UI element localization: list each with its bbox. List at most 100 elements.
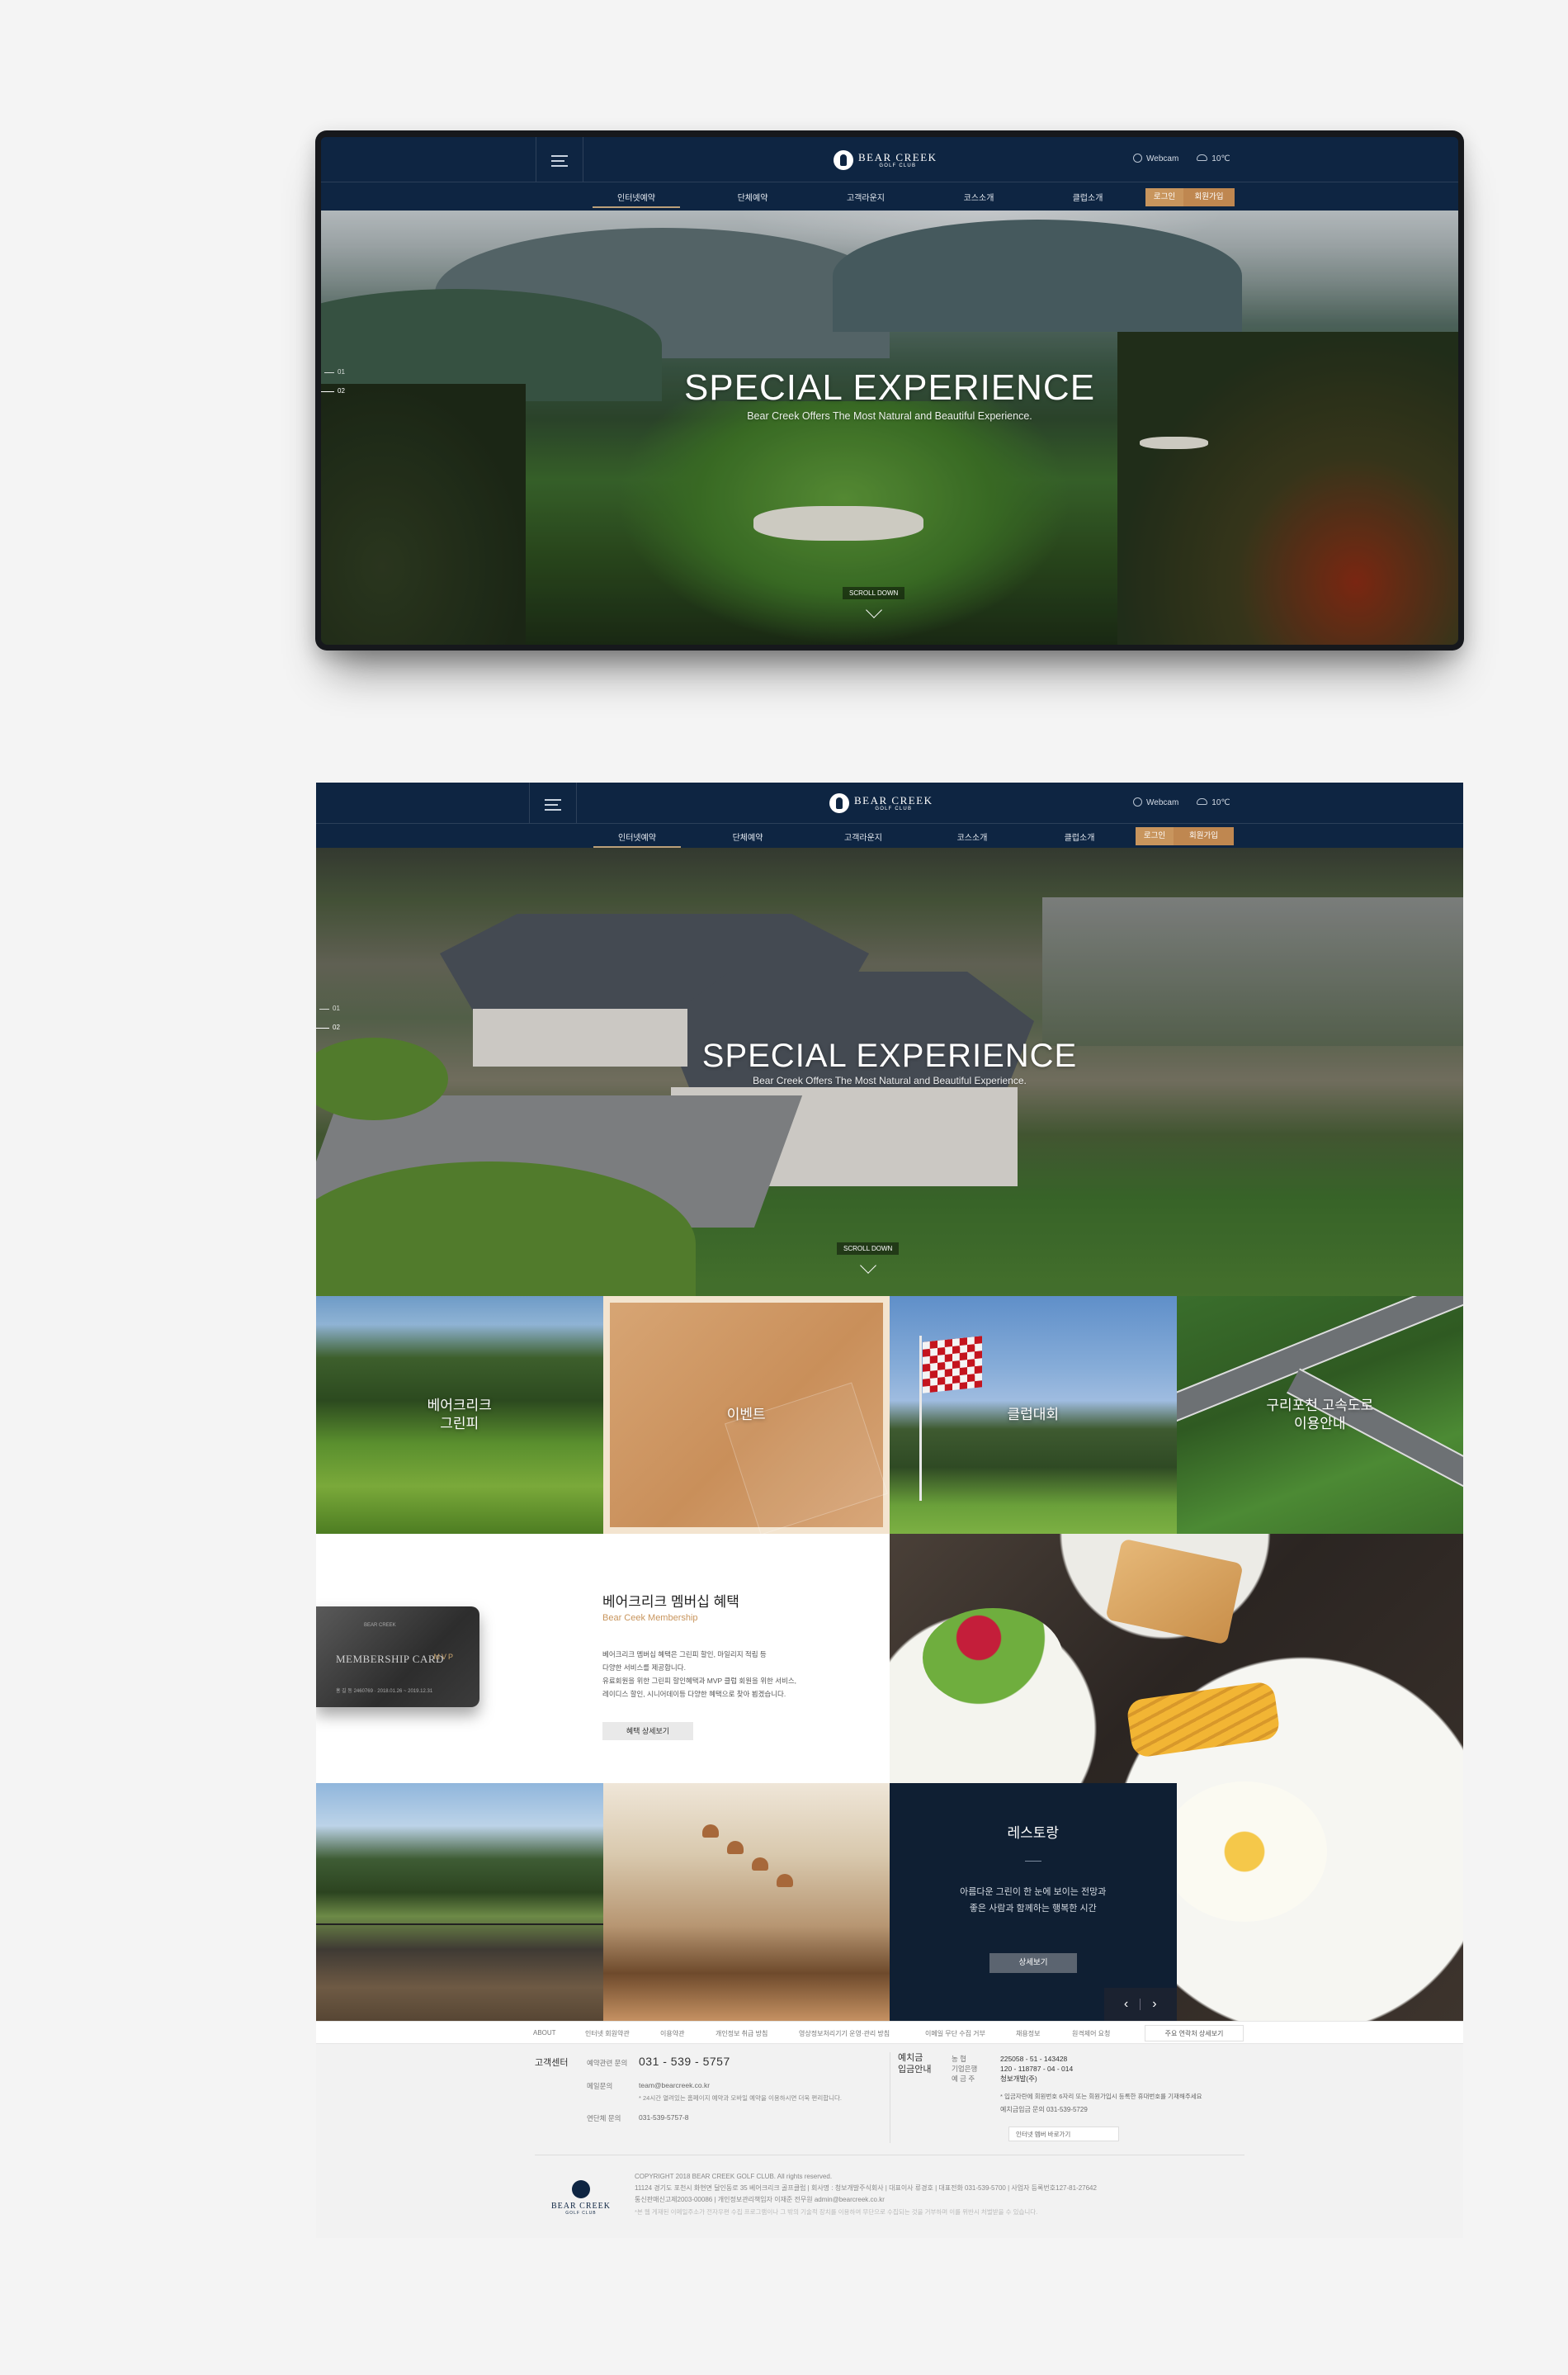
footer-copy: COPYRIGHT 2018 BEAR CREEK GOLF CLUB. All… [635, 2171, 1097, 2206]
pager-item[interactable]: 01 [319, 1005, 340, 1012]
nav-customer-lounge[interactable]: 고객라운지 [847, 191, 885, 203]
footer-info: 고객센터 예약관련 문의 031 - 539 - 5757 메일문의 team@… [316, 2044, 1463, 2238]
site-logo[interactable]: BEAR CREEK GOLF CLUB [829, 793, 933, 813]
tile-label: 구리포천 고속도로 이용안내 [1266, 1398, 1374, 1431]
membership-subtitle: Bear Ceek Membership [602, 1613, 698, 1623]
hero-copy: SPECIAL EXPERIENCE Bear Creek Offers The… [321, 367, 1458, 422]
webcam-label: Webcam [1146, 154, 1179, 163]
fullpage-mockup: BEAR CREEK GOLF CLUB Webcam 10℃ 인터넷예약 단체… [316, 783, 1463, 2238]
deposit-note: * 입금자란에 회원번호 6자리 또는 회원가입시 등록한 휴대번호를 기재해주… [1000, 2093, 1202, 2100]
footer-nav-email-reject[interactable]: 이메일 무단 수집 거부 [925, 2029, 985, 2038]
golf-flag-icon [923, 1336, 982, 1393]
header-tools: Webcam 10℃ [1133, 797, 1230, 807]
nav-group-reservation[interactable]: 단체예약 [738, 191, 768, 203]
divider [1025, 1861, 1041, 1862]
email-note: * 24시간 열려있는 홈페이지 예약과 모바일 예약을 이용하시면 더욱 편리… [639, 2094, 842, 2102]
login-button[interactable]: 로그인 [1145, 188, 1183, 206]
footer-nav-terms-member[interactable]: 인터넷 회원약관 [585, 2029, 630, 2038]
scroll-down-label: SCROLL DOWN [843, 587, 905, 599]
footer-nav-about[interactable]: ABOUT [533, 2029, 556, 2037]
footer-logo-subtext: GOLF CLUB [565, 2211, 597, 2216]
footer-nav-remote[interactable]: 원격제어 요청 [1072, 2029, 1110, 2038]
join-button[interactable]: 회원가입 [1183, 188, 1235, 206]
webcam-icon [1133, 797, 1142, 807]
hero-subtitle: Bear Creek Offers The Most Natural and B… [753, 1075, 1027, 1086]
nav-club[interactable]: 클럽소개 [1065, 830, 1095, 843]
footer-logo-text: BEAR CREEK [551, 2202, 611, 2211]
restaurant-desc: 아름다운 그린이 한 눈에 보이는 전망과 좋은 사람과 함께하는 행복한 시간 [890, 1884, 1177, 1917]
login-button[interactable]: 로그인 [1136, 827, 1174, 845]
cloud-icon [1197, 154, 1208, 161]
related-contacts-button[interactable]: 주요 연락처 상세보기 [1145, 2025, 1244, 2041]
footer-nav-privacy[interactable]: 개인정보 취급 방침 [716, 2029, 767, 2038]
site-logo[interactable]: BEAR CREEK GOLF CLUB [834, 150, 937, 170]
deposit-title-line: 입금안내 [898, 2065, 932, 2075]
hero-subtitle: Bear Creek Offers The Most Natural and B… [747, 410, 1032, 422]
chevron-right-icon[interactable]: › [1152, 1997, 1156, 2012]
internet-member-button[interactable]: 인터넷 멤버 바로가기 [1008, 2127, 1119, 2141]
scroll-down[interactable]: SCROLL DOWN [843, 587, 905, 618]
address-line: 11124 경기도 포천시 화현면 달인동로 35 베어크리크 골프클럽 | 회… [635, 2184, 1097, 2192]
deposit-label: 예 금 주 [952, 2075, 975, 2083]
hamburger-icon-line [545, 804, 558, 806]
restaurant-panel: 레스토랑 아름다운 그린이 한 눈에 보이는 전망과 좋은 사람과 함께하는 행복… [890, 1783, 1177, 2021]
tile-label: 이벤트 [726, 1407, 766, 1422]
weather: 10℃ [1197, 154, 1230, 163]
tile-greenfee[interactable]: 베어크리크 그린피 [316, 1296, 603, 1534]
deposit-title: 예치금 입금안내 [898, 2052, 931, 2075]
site-header: BEAR CREEK GOLF CLUB Webcam 10℃ 인터넷예약 단체… [321, 137, 1458, 211]
join-button[interactable]: 회원가입 [1174, 827, 1234, 845]
logo-text: BEAR CREEK [854, 793, 933, 807]
nav-customer-lounge[interactable]: 고객라운지 [844, 830, 882, 843]
menu-button[interactable] [529, 783, 577, 823]
footer-nav-terms[interactable]: 이용약관 [660, 2029, 684, 2038]
nav-online-reservation[interactable]: 인터넷예약 [593, 830, 681, 848]
tile-label: 베어크리크 그린피 [427, 1398, 492, 1431]
reserve-label: 예약관련 문의 [587, 2059, 628, 2067]
membership-more-button[interactable]: 혜택 상세보기 [602, 1722, 693, 1740]
logo-text: BEAR CREEK [858, 150, 937, 163]
hero-pager: 01 02 [316, 1005, 340, 1043]
quick-tiles: 베어크리크 그린피 이벤트 클럽대회 구리포천 고속도로 이용안내 [316, 1296, 1463, 1534]
hero-title: SPECIAL EXPERIENCE [701, 1038, 1078, 1074]
bear-logo-icon [834, 150, 853, 170]
card-brand: BEAR CREEK [364, 1623, 396, 1628]
hamburger-icon-line [545, 809, 561, 811]
pager-item-active[interactable]: 02 [316, 1024, 340, 1031]
nav-course[interactable]: 코스소개 [964, 191, 994, 203]
reserve-tel: 031 - 539 - 5757 [639, 2055, 730, 2068]
scroll-down-label: SCROLL DOWN [837, 1242, 900, 1255]
menu-button[interactable] [536, 137, 583, 182]
nav-group-reservation[interactable]: 단체예약 [733, 830, 763, 843]
chevron-down-icon [859, 1257, 876, 1274]
hamburger-icon [545, 799, 561, 801]
group-label: 연단체 문의 [587, 2114, 621, 2122]
address-line: 통신판매신고제2003-00086 | 개인정보관리책임자 이재준 전무원 ad… [635, 2196, 885, 2203]
restaurant-more-button[interactable]: 상세보기 [989, 1953, 1077, 1973]
arrow-divider [1140, 1999, 1141, 2010]
tile-event[interactable]: 이벤트 [602, 1296, 890, 1534]
chevron-left-icon[interactable]: ‹ [1124, 1997, 1128, 2012]
nav-club[interactable]: 클럽소개 [1073, 191, 1103, 203]
footer-nav-jobs[interactable]: 채용정보 [1016, 2029, 1040, 2038]
pager-item[interactable]: 01 [324, 368, 345, 376]
header-top-bar: BEAR CREEK GOLF CLUB Webcam 10℃ [321, 137, 1458, 182]
desc-line: 베어크리크 멤버십 혜택은 그린피 할인, 마일리지 적립 등 [602, 1650, 767, 1658]
tile-highway[interactable]: 구리포천 고속도로 이용안내 [1176, 1296, 1463, 1534]
pager-item-active[interactable]: 02 [321, 387, 345, 395]
tile-club-tournament[interactable]: 클럽대회 [890, 1296, 1177, 1534]
email-value[interactable]: team@bearcreek.co.kr [639, 2081, 710, 2089]
nav-online-reservation[interactable]: 인터넷예약 [593, 191, 680, 208]
email-label: 메일문의 [587, 2082, 613, 2090]
terrace-photo [316, 1783, 603, 2021]
webcam-link[interactable]: Webcam [1133, 797, 1178, 807]
main-nav: 인터넷예약 단체예약 고객라운지 코스소개 클럽소개 로그인 회원가입 [321, 182, 1458, 211]
desc-line: 레이디스 할인, 시니어데이등 다양한 혜택으로 찾아 뵙겠습니다. [602, 1690, 786, 1698]
scroll-down[interactable]: SCROLL DOWN [837, 1242, 900, 1274]
footer-nav-cctv[interactable]: 영상정보처리기기 운영·관리 방침 [799, 2029, 890, 2038]
group-tel: 031-539-5757-8 [639, 2113, 689, 2122]
copyright: COPYRIGHT 2018 BEAR CREEK GOLF CLUB. All… [635, 2173, 833, 2180]
temperature: 10℃ [1211, 154, 1230, 163]
webcam-link[interactable]: Webcam [1133, 154, 1178, 163]
nav-course[interactable]: 코스소개 [957, 830, 988, 843]
